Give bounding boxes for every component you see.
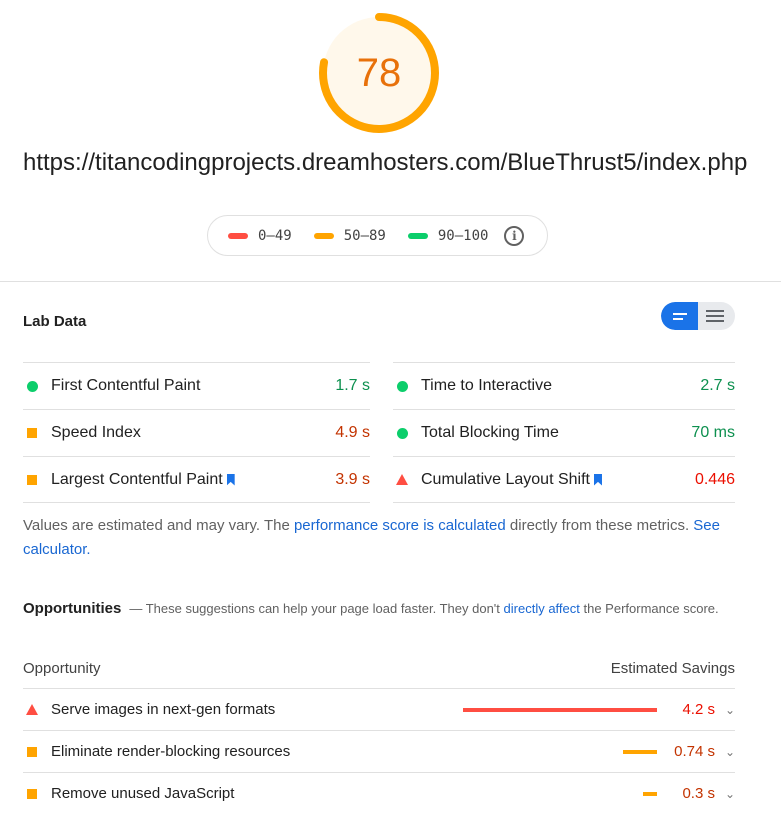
metrics-column-left: First Contentful Paint 1.7 s Speed Index… — [23, 362, 370, 503]
tested-url: https://titancodingprojects.dreamhosters… — [23, 149, 748, 176]
score-legend: 0–49 50–89 90–100 i — [207, 215, 548, 256]
opportunity-name: Remove unused JavaScript — [51, 785, 235, 802]
performance-score-link[interactable]: performance score is calculated — [294, 517, 506, 534]
metric-name: Speed Index — [51, 424, 141, 441]
opportunities-description: — These suggestions can help your page l… — [129, 601, 504, 616]
lab-data-title: Lab Data — [23, 313, 87, 330]
legend-label: 90–100 — [437, 227, 489, 244]
legend-item-pass: 90–100 — [407, 227, 489, 244]
legend-item-average: 50–89 — [313, 227, 386, 244]
legend-bar-orange — [313, 232, 334, 239]
metric-value: 0.446 — [694, 470, 735, 488]
expanded-view-button[interactable] — [698, 302, 735, 330]
savings-value: 4.2 s — [682, 701, 715, 718]
metric-row[interactable]: Total Blocking Time 70 ms — [393, 409, 735, 456]
metric-value: 4.9 s — [335, 424, 370, 441]
average-indicator-icon — [27, 428, 37, 438]
metric-row[interactable]: Speed Index 4.9 s — [23, 409, 370, 456]
metric-row[interactable]: Cumulative Layout Shift 0.446 — [393, 456, 735, 503]
legend-label: 50–89 — [343, 227, 386, 244]
opportunities-description-end: the Performance score. — [579, 601, 719, 616]
savings-bar — [643, 791, 657, 796]
average-indicator-icon — [27, 474, 37, 485]
metric-value: 2.7 s — [700, 377, 735, 394]
metric-name: Total Blocking Time — [421, 424, 559, 441]
opportunity-name: Eliminate render-blocking resources — [51, 743, 291, 760]
metrics-column-right: Time to Interactive 2.7 s Total Blocking… — [393, 362, 735, 503]
metric-value: 1.7 s — [335, 377, 370, 394]
legend-bar-red — [228, 232, 248, 239]
fail-indicator-icon — [396, 474, 408, 485]
section-divider — [0, 281, 781, 282]
fail-indicator-icon — [26, 704, 38, 715]
chevron-down-icon[interactable]: ⌄ — [715, 745, 735, 759]
metric-value: 70 ms — [691, 424, 735, 441]
metric-row[interactable]: Time to Interactive 2.7 s — [393, 362, 735, 409]
performance-score-gauge: 78 — [318, 12, 440, 134]
opportunity-row[interactable]: Serve images in next-gen formats 4.2 s ⌄ — [23, 688, 735, 730]
metric-name: First Contentful Paint — [51, 377, 201, 394]
chevron-down-icon[interactable]: ⌄ — [715, 703, 735, 717]
metric-name: Time to Interactive — [421, 377, 553, 394]
note-text: directly from these metrics. — [505, 517, 694, 534]
bookmark-icon — [593, 473, 602, 486]
metrics-view-toggle[interactable] — [661, 302, 735, 330]
opportunity-row[interactable]: Eliminate render-blocking resources 0.74… — [23, 730, 735, 772]
savings-value: 0.3 s — [682, 785, 715, 802]
compact-view-button[interactable] — [661, 302, 698, 330]
legend-item-fail: 0–49 — [228, 228, 292, 244]
list-icon — [706, 310, 724, 312]
opportunities-list: Serve images in next-gen formats 4.2 s ⌄… — [23, 688, 735, 814]
opportunities-title: Opportunities — [23, 600, 122, 617]
legend-bar-green — [407, 232, 428, 239]
chevron-down-icon[interactable]: ⌄ — [715, 787, 735, 801]
metric-row[interactable]: First Contentful Paint 1.7 s — [23, 362, 370, 409]
estimate-note: Values are estimated and may vary. The p… — [23, 514, 723, 562]
pass-indicator-icon — [397, 380, 408, 392]
directly-affect-link[interactable]: directly affect — [504, 601, 580, 616]
bookmark-icon — [226, 473, 235, 486]
average-indicator-icon — [27, 788, 37, 799]
pass-indicator-icon — [27, 380, 38, 392]
metric-name: Cumulative Layout Shift — [421, 470, 590, 488]
metric-value: 3.9 s — [335, 470, 370, 488]
column-opportunity: Opportunity — [23, 660, 101, 677]
opportunities-column-headers: Opportunity Estimated Savings — [23, 660, 735, 677]
pass-indicator-icon — [397, 427, 408, 439]
savings-bar — [463, 707, 657, 712]
note-text: Values are estimated and may vary. The — [23, 517, 294, 534]
opportunity-row[interactable]: Remove unused JavaScript 0.3 s ⌄ — [23, 772, 735, 814]
average-indicator-icon — [27, 746, 37, 757]
opportunities-header: Opportunities — These suggestions can hel… — [23, 596, 743, 621]
legend-label: 0–49 — [258, 227, 292, 244]
performance-score: 78 — [356, 50, 402, 95]
opportunity-name: Serve images in next-gen formats — [51, 701, 276, 718]
column-estimated-savings: Estimated Savings — [610, 660, 735, 677]
savings-bar — [622, 749, 657, 754]
metric-name: Largest Contentful Paint — [51, 470, 223, 488]
savings-value: 0.74 s — [674, 743, 715, 760]
metric-row[interactable]: Largest Contentful Paint 3.9 s — [23, 456, 370, 503]
info-icon[interactable]: i — [504, 225, 525, 246]
